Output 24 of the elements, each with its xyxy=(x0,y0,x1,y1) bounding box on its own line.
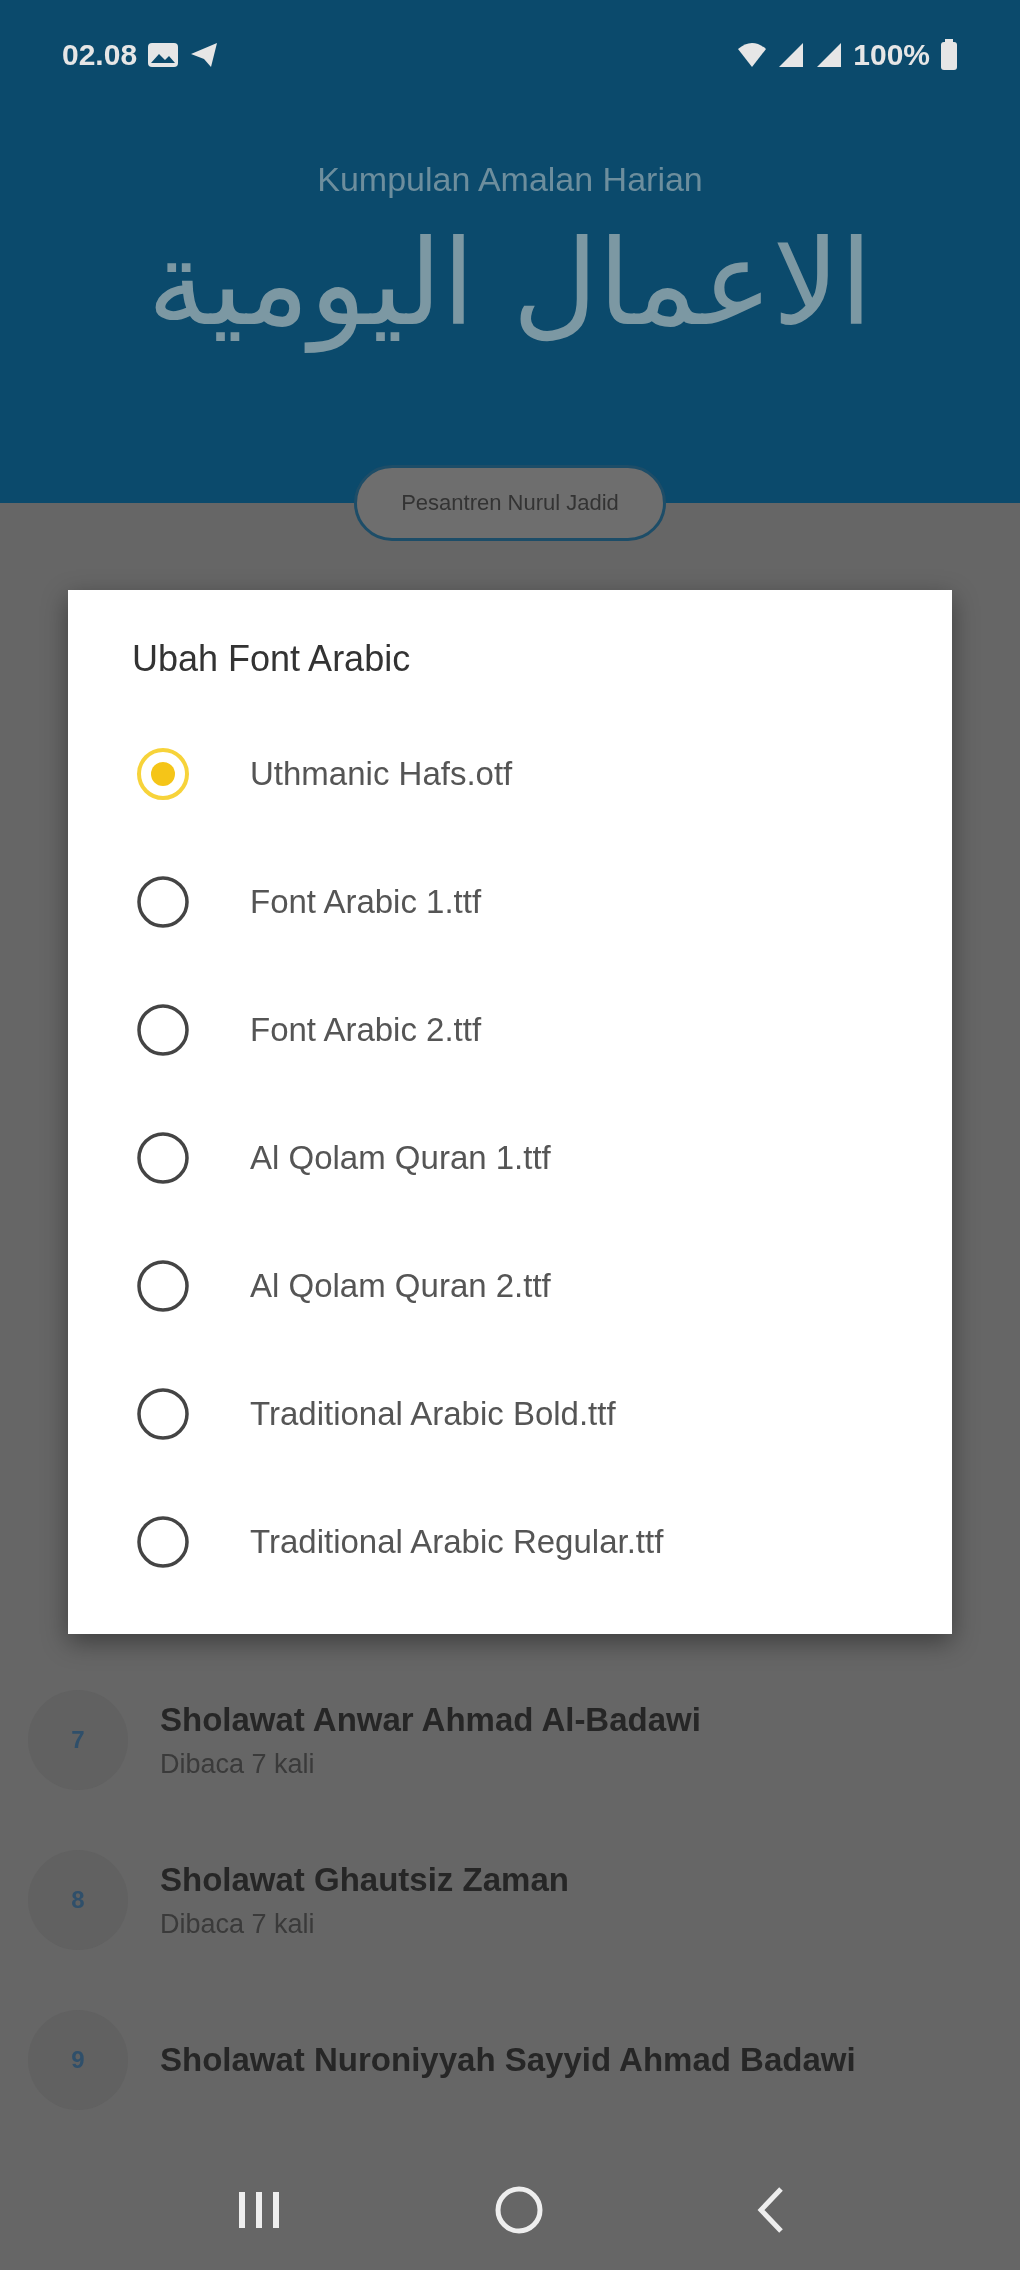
battery-percent: 100% xyxy=(853,38,930,72)
image-icon xyxy=(147,41,180,69)
font-option[interactable]: Uthmanic Hafs.otf xyxy=(250,755,513,793)
dialog-title: Ubah Font Arabic xyxy=(132,638,412,680)
radio-button[interactable] xyxy=(136,1387,190,1441)
app-subtitle: Kumpulan Amalan Harian xyxy=(317,160,703,199)
battery-icon xyxy=(940,39,958,71)
app-title: الاعمال اليومية xyxy=(147,213,873,355)
signal-icon xyxy=(815,41,844,69)
radio-button[interactable] xyxy=(136,1131,190,1185)
radio-button[interactable] xyxy=(136,875,190,929)
font-option[interactable]: Al Qolam Quran 2.ttf xyxy=(250,1267,551,1305)
home-icon[interactable] xyxy=(494,2185,544,2235)
font-option[interactable]: Traditional Arabic Bold.ttf xyxy=(250,1395,616,1433)
radio-button[interactable] xyxy=(136,1515,190,1569)
status-time: 02.08 xyxy=(62,38,138,72)
wifi-icon xyxy=(737,41,768,69)
font-option[interactable]: Font Arabic 1.ttf xyxy=(250,883,482,921)
font-option[interactable]: Al Qolam Quran 1.ttf xyxy=(250,1139,551,1177)
font-option[interactable]: Traditional Arabic Regular.ttf xyxy=(250,1523,664,1561)
signal-icon xyxy=(777,41,806,69)
radio-button[interactable] xyxy=(136,1259,190,1313)
radio-button[interactable] xyxy=(136,1003,190,1057)
font-option[interactable]: Font Arabic 2.ttf xyxy=(250,1011,482,1049)
